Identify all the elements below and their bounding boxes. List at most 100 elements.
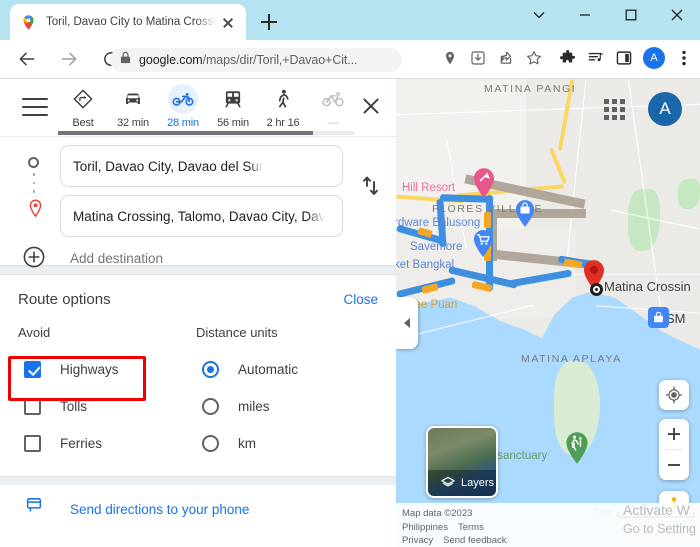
map-country: Philippines bbox=[402, 521, 448, 533]
my-location-icon bbox=[659, 380, 689, 410]
window-controls bbox=[516, 0, 700, 40]
add-destination-button[interactable]: Add destination bbox=[22, 245, 163, 271]
layers-label-bar: Layers bbox=[428, 470, 496, 496]
miles-radio[interactable] bbox=[202, 398, 219, 415]
reading-list-icon[interactable] bbox=[582, 44, 610, 72]
units-km-option[interactable]: km bbox=[196, 425, 374, 462]
map-feedback-link[interactable]: Send feedback bbox=[443, 535, 506, 546]
map-attribution-links: Philippines Terms bbox=[402, 521, 694, 535]
ferries-checkbox[interactable] bbox=[24, 435, 41, 452]
url-domain: google.com bbox=[139, 53, 203, 67]
tab-search-button[interactable] bbox=[516, 0, 562, 30]
travel-mode-label: 2 hr 16 bbox=[266, 117, 300, 129]
origin-input[interactable]: Toril, Davao City, Davao del Sur bbox=[60, 145, 343, 187]
origin-input-value: Toril, Davao City, Davao del Sur bbox=[73, 158, 264, 174]
layers-icon bbox=[441, 476, 455, 490]
travel-mode-walking[interactable]: 2 hr 16 bbox=[258, 84, 308, 129]
car-icon bbox=[108, 84, 158, 114]
phone-icon bbox=[24, 497, 44, 522]
map-terms-link[interactable]: Terms bbox=[458, 522, 484, 533]
close-window-button[interactable] bbox=[654, 0, 700, 30]
back-arrow-icon[interactable] bbox=[10, 42, 44, 76]
browser-tab[interactable]: Toril, Davao City to Matina Crossi bbox=[10, 4, 246, 40]
map-poi-label: rdware Balusong bbox=[396, 217, 481, 229]
map-area-label: MATINA APLAYA bbox=[521, 353, 622, 365]
tab-close-icon[interactable] bbox=[218, 12, 238, 32]
avoid-tolls-option[interactable]: Tolls bbox=[18, 388, 196, 425]
travel-mode-best[interactable]: Best bbox=[58, 84, 108, 129]
sanctuary-marker[interactable] bbox=[564, 431, 588, 464]
address-bar[interactable]: google.com/maps/dir/Toril,+Davao+Cit... bbox=[110, 48, 402, 72]
travel-mode-two-wheeler[interactable]: 28 min bbox=[158, 84, 208, 129]
my-location-button[interactable] bbox=[659, 380, 689, 410]
shopping-bag-marker[interactable] bbox=[514, 199, 536, 229]
map-attribution-links-2: Privacy Send feedback bbox=[402, 534, 694, 547]
destination-pin-icon bbox=[28, 199, 46, 223]
minimize-button[interactable] bbox=[562, 0, 608, 30]
avoid-ferries-option[interactable]: Ferries bbox=[18, 425, 196, 462]
side-panel-icon[interactable] bbox=[610, 44, 638, 72]
apps-grid-icon[interactable] bbox=[604, 99, 625, 120]
zoom-in-button[interactable] bbox=[659, 419, 689, 449]
travel-mode-label: Best bbox=[72, 117, 94, 129]
swap-vertical-icon[interactable] bbox=[358, 173, 384, 207]
travel-mode-list: Best 32 min 28 min 56 min 2 hr 16 — bbox=[58, 84, 358, 129]
hamburger-menu-icon[interactable] bbox=[22, 98, 48, 116]
units-automatic-option[interactable]: Automatic bbox=[196, 351, 374, 388]
route-options-close-link[interactable]: Close bbox=[343, 292, 378, 307]
map-privacy-link[interactable]: Privacy bbox=[402, 535, 433, 546]
map-poi-label: ket Bangkal bbox=[396, 259, 455, 271]
close-directions-icon[interactable] bbox=[358, 93, 384, 119]
map-canvas[interactable]: MATINA PANGI FLORES VILLAGE MATINA APLAY… bbox=[396, 79, 700, 547]
location-icon[interactable] bbox=[436, 44, 464, 72]
km-radio[interactable] bbox=[202, 435, 219, 452]
train-icon bbox=[208, 84, 258, 114]
profile-avatar[interactable]: A bbox=[643, 47, 665, 69]
travel-mode-bar: Best 32 min 28 min 56 min 2 hr 16 — bbox=[0, 79, 396, 136]
motorcycle-icon bbox=[158, 84, 208, 114]
map-profile-avatar[interactable]: A bbox=[648, 92, 682, 126]
install-app-icon[interactable] bbox=[464, 44, 492, 72]
map-poi-label: Hill Resort bbox=[402, 182, 456, 194]
url-path: /maps/dir/Toril,+Davao+Cit... bbox=[202, 53, 358, 67]
hill-resort-marker[interactable] bbox=[472, 167, 494, 198]
units-miles-option[interactable]: miles bbox=[196, 388, 374, 425]
browser-window: Toril, Davao City to Matina Crossi googl… bbox=[0, 0, 700, 547]
destination-input[interactable]: Matina Crossing, Talomo, Davao City, Dav bbox=[60, 195, 343, 237]
google-maps-favicon-icon bbox=[20, 14, 37, 31]
travel-mode-transit[interactable]: 56 min bbox=[208, 84, 258, 129]
extensions-puzzle-icon[interactable] bbox=[554, 44, 582, 72]
sm-mall-marker[interactable] bbox=[648, 307, 669, 328]
zoom-out-button[interactable] bbox=[659, 450, 689, 480]
collapse-panel-icon[interactable] bbox=[396, 297, 418, 349]
mode-scrollbar[interactable] bbox=[58, 131, 354, 135]
origin-circle-icon bbox=[28, 157, 39, 168]
maximize-button[interactable] bbox=[608, 0, 654, 30]
travel-mode-cycling[interactable]: — bbox=[308, 84, 358, 129]
directions-panel: Best 32 min 28 min 56 min 2 hr 16 — Tori… bbox=[0, 79, 396, 547]
avoid-highways-option[interactable]: Highways bbox=[18, 351, 196, 388]
supermarket-cart-marker[interactable] bbox=[472, 229, 494, 259]
layers-button[interactable]: Layers bbox=[426, 426, 498, 498]
travel-mode-driving[interactable]: 32 min bbox=[108, 84, 158, 129]
send-directions-row[interactable]: Send directions to your phone bbox=[0, 485, 396, 522]
bookmark-star-icon[interactable] bbox=[520, 44, 548, 72]
automatic-radio[interactable] bbox=[202, 361, 219, 378]
highways-checkbox[interactable] bbox=[24, 361, 41, 378]
waypoint-indicator-column bbox=[25, 157, 45, 223]
add-destination-label: Add destination bbox=[70, 250, 164, 266]
route-options-header: Route options Close bbox=[18, 291, 378, 308]
forward-arrow-icon[interactable] bbox=[52, 42, 86, 76]
travel-mode-label: 28 min bbox=[167, 117, 199, 129]
avoid-option-label: Tolls bbox=[60, 399, 88, 414]
avoid-option-label: Ferries bbox=[60, 436, 103, 451]
three-dots-menu-icon[interactable] bbox=[670, 44, 698, 72]
new-tab-button[interactable] bbox=[255, 8, 283, 36]
section-divider bbox=[0, 476, 396, 485]
tolls-checkbox[interactable] bbox=[24, 398, 41, 415]
map-destination-label: Matina Crossin bbox=[604, 279, 691, 294]
waypoint-dots-icon bbox=[32, 173, 46, 193]
share-icon[interactable] bbox=[492, 44, 520, 72]
tab-title: Toril, Davao City to Matina Crossi bbox=[46, 16, 216, 28]
lock-icon bbox=[120, 51, 131, 69]
